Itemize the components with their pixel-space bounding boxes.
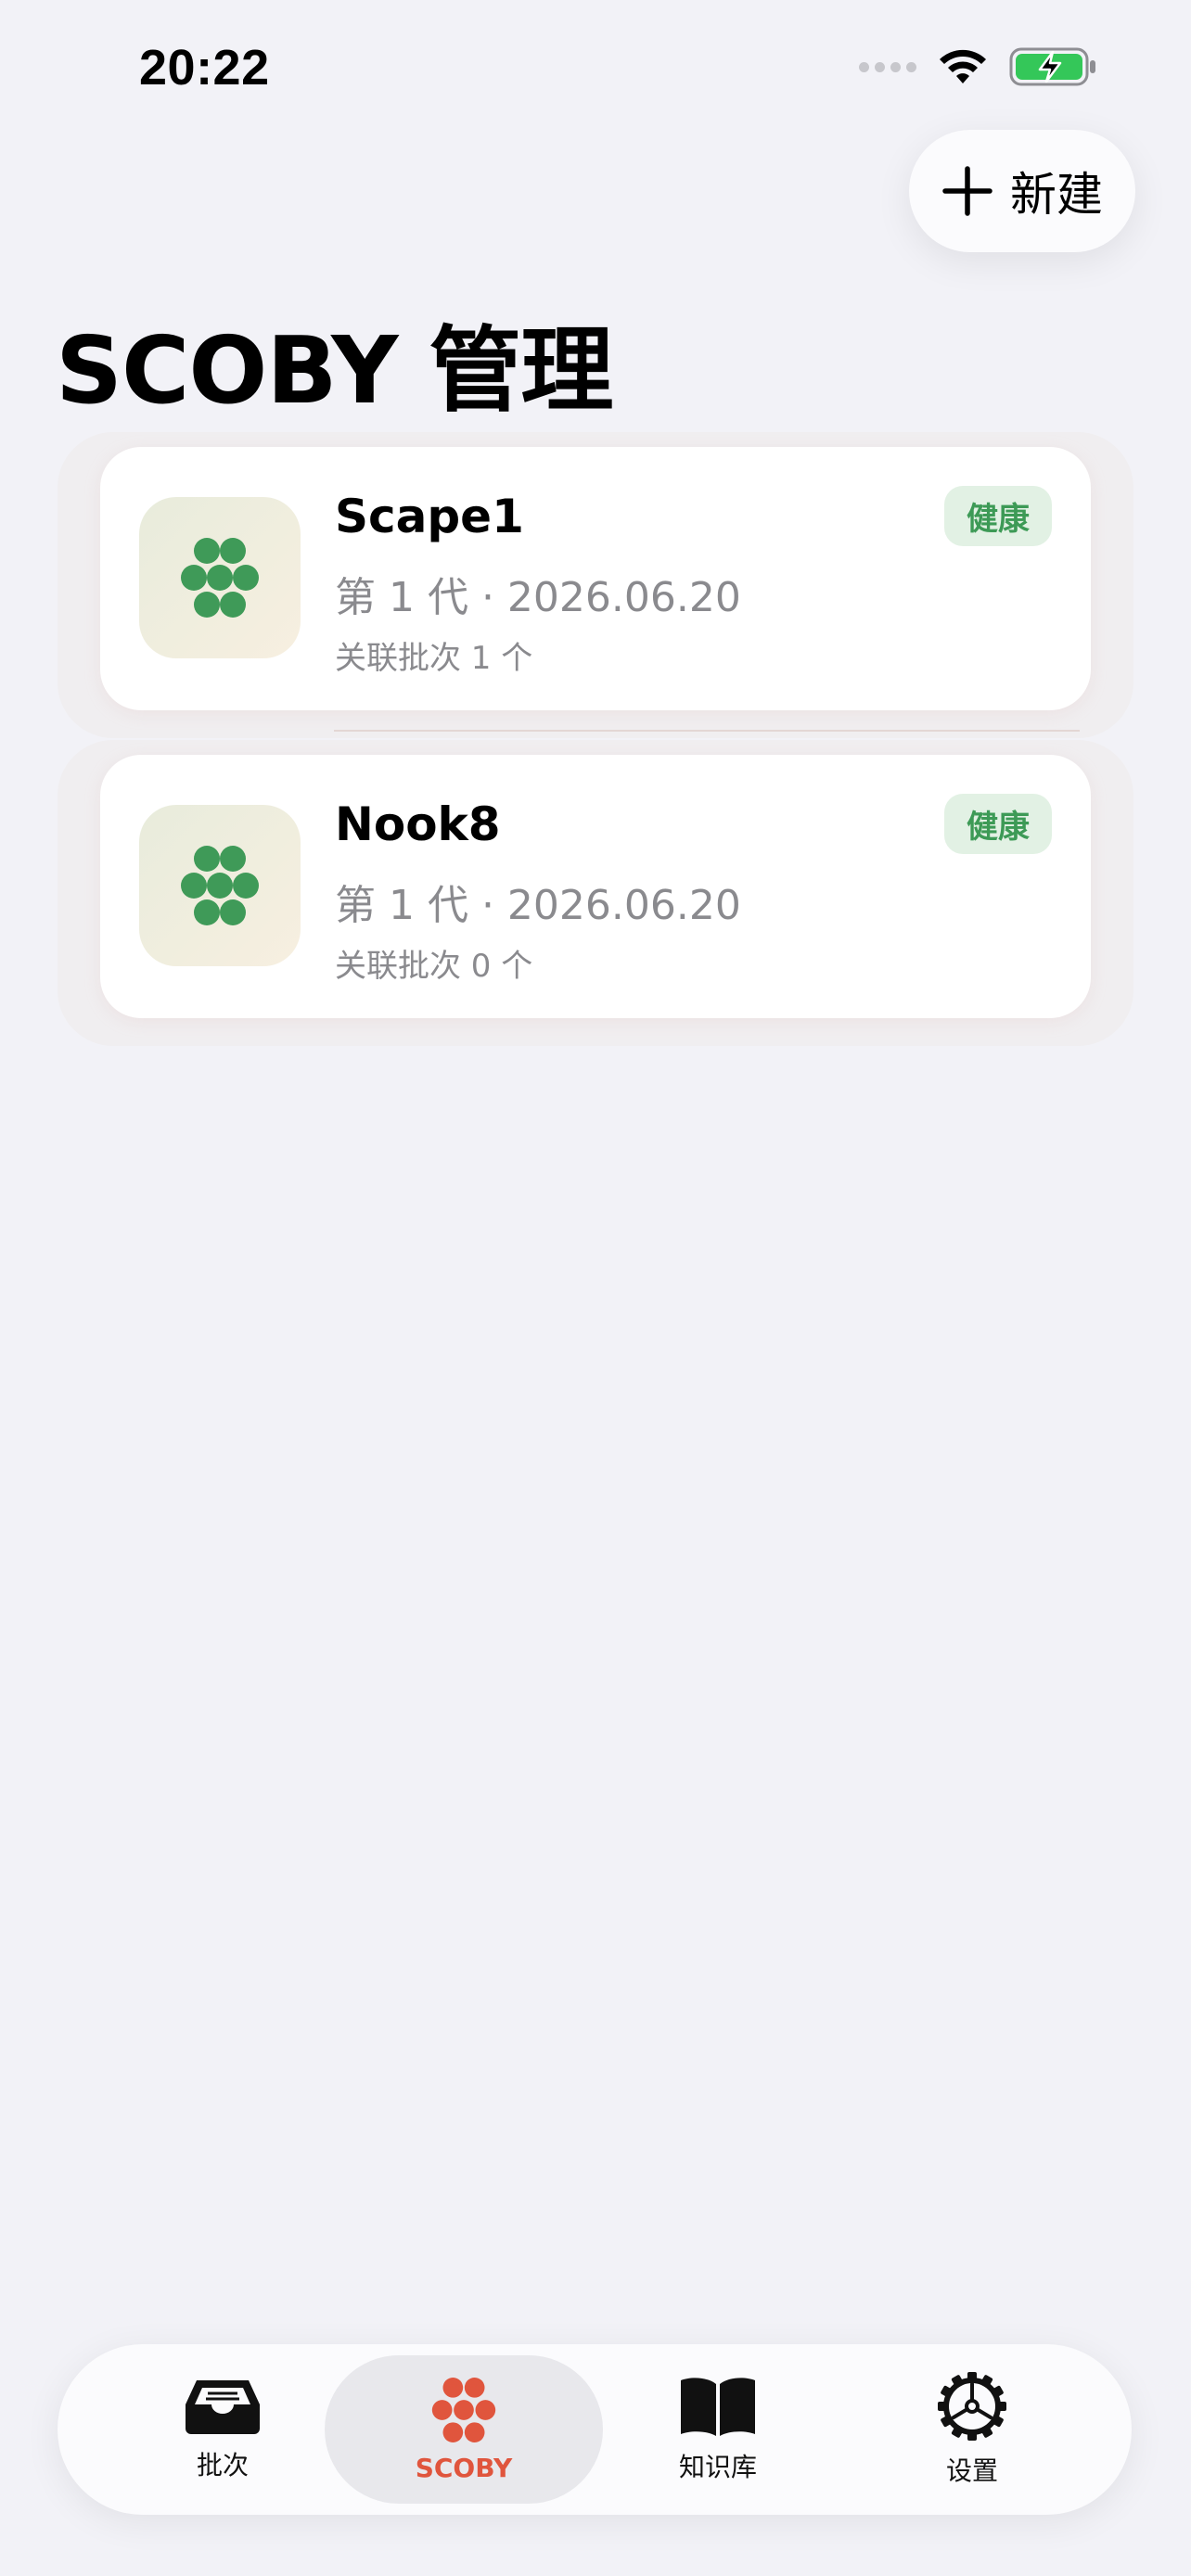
tab-label: 设置 (945, 2455, 998, 2486)
status-icons (859, 46, 1098, 87)
scoby-generation-date: 第 1 代 · 2026.06.20 (335, 574, 741, 621)
tab-bar: 批次 SCOBY 知识库 设置 (58, 2344, 1132, 2515)
scoby-avatar (139, 805, 301, 966)
tab-label: 知识库 (678, 2452, 757, 2482)
plus-icon (942, 166, 992, 216)
scoby-card[interactable]: Nook8 第 1 代 · 2026.06.20 关联批次 0 个 健康 (100, 755, 1091, 1018)
tab-batches[interactable]: 批次 (83, 2355, 362, 2504)
scoby-cluster-icon (181, 846, 259, 925)
scoby-linked-batches: 关联批次 1 个 (335, 640, 533, 677)
scoby-cluster-icon (431, 2377, 496, 2442)
scoby-name: Scape1 (335, 490, 524, 543)
divider (334, 730, 1080, 732)
battery-charging-icon (1009, 47, 1095, 86)
tab-label: SCOBY (415, 2452, 513, 2483)
page-title: SCOBY 管理 (56, 316, 613, 425)
tray-icon (186, 2380, 260, 2434)
cellular-signal-icon (859, 61, 916, 72)
tab-label: 批次 (196, 2450, 249, 2480)
status-time: 20:22 (139, 40, 270, 96)
tab-knowledge-base[interactable]: 知识库 (579, 2355, 857, 2504)
wifi-icon (940, 49, 986, 83)
scoby-avatar (139, 497, 301, 658)
scoby-card[interactable]: Scape1 第 1 代 · 2026.06.20 关联批次 1 个 健康 (100, 447, 1091, 710)
scoby-linked-batches: 关联批次 0 个 (335, 948, 533, 985)
tab-scoby[interactable]: SCOBY (325, 2355, 603, 2504)
scoby-generation-date: 第 1 代 · 2026.06.20 (335, 882, 741, 929)
new-scoby-button[interactable]: 新建 (909, 130, 1135, 252)
new-button-label: 新建 (1010, 168, 1103, 222)
status-badge: 健康 (944, 794, 1052, 854)
scoby-name: Nook8 (335, 797, 501, 851)
book-icon (681, 2378, 755, 2436)
status-badge: 健康 (944, 486, 1052, 546)
tab-settings[interactable]: 设置 (833, 2355, 1111, 2504)
scoby-cluster-icon (181, 538, 259, 618)
gear-icon (938, 2372, 1006, 2441)
